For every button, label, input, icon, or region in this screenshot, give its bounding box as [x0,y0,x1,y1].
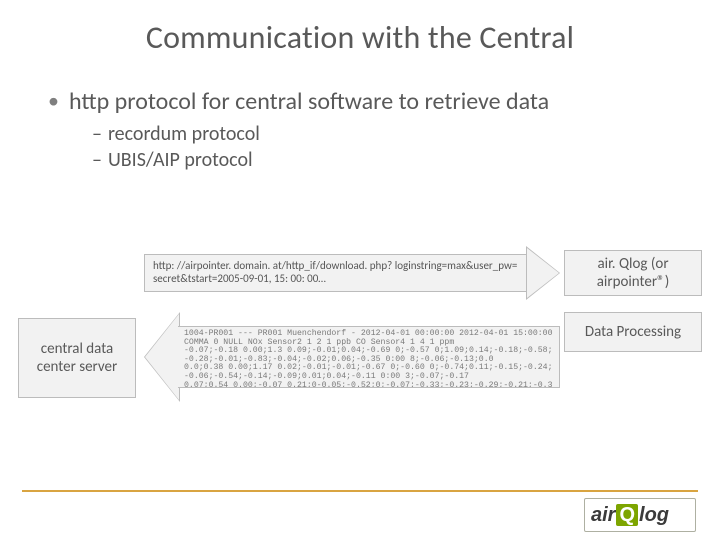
sub-bullet-1-text: recordum protocol [108,122,260,146]
logo-prefix: air [591,504,615,527]
dash-icon: – [92,122,102,146]
device-box: air. Qlog (or airpointer®) [564,250,702,296]
logo-accent: Q [616,504,638,526]
bullet-dot-icon: • [48,87,59,116]
processing-label: Data Processing [585,323,681,341]
request-url-text: http: //airpointer. domain. at/http_if/d… [153,260,520,285]
processing-box: Data Processing [564,312,702,352]
arrow-left-head-icon [144,312,180,402]
slide-title: Communication with the Central [0,18,720,57]
footer-divider [22,490,698,492]
sub-bullet-2: – UBIS/AIP protocol [92,148,672,172]
diagram-area: http: //airpointer. domain. at/http_if/d… [18,250,702,430]
response-data-text: 1004-PR001 --- PR001 Muenchendorf - 2012… [184,329,557,388]
sub-bullet-list: – recordum protocol – UBIS/AIP protocol [92,122,672,172]
sub-bullet-1: – recordum protocol [92,122,672,146]
request-arrow: http: //airpointer. domain. at/http_if/d… [144,250,560,296]
request-arrow-body: http: //airpointer. domain. at/http_if/d… [144,254,528,292]
content-area: • http protocol for central software to … [0,57,720,172]
logo-suffix: log [639,504,669,527]
sub-bullet-2-text: UBIS/AIP protocol [108,148,253,172]
dash-icon: – [92,148,102,172]
arrow-right-head-icon [526,246,560,300]
server-box: central data center server [18,318,136,398]
device-label: air. Qlog (or airpointer®) [569,255,697,291]
bullet-main: • http protocol for central software to … [48,87,672,116]
response-arrow-body: 1004-PR001 --- PR001 Muenchendorf - 2012… [178,326,560,388]
server-label: central data center server [23,340,131,376]
slide: Communication with the Central • http pr… [0,0,720,540]
response-arrow: 1004-PR001 --- PR001 Muenchendorf - 2012… [144,312,560,402]
bullet-main-text: http protocol for central software to re… [69,87,549,116]
brand-logo: airQlog [584,498,696,532]
